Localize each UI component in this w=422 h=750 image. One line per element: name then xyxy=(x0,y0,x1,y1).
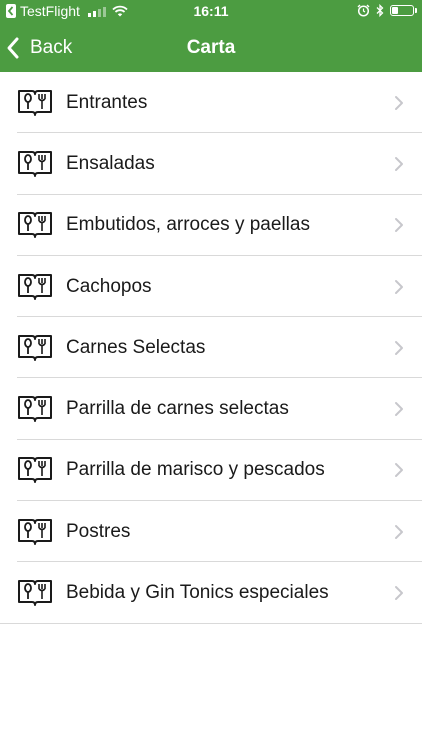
navigation-bar: Back Carta xyxy=(0,24,422,72)
menu-category-label: Bebida y Gin Tonics especiales xyxy=(66,582,329,604)
chevron-right-icon xyxy=(395,156,403,171)
nav-header: TestFlight 16:11 Back Carta xyxy=(0,0,422,72)
menu-category-row[interactable]: Bebida y Gin Tonics especiales xyxy=(0,562,422,624)
menu-category-row[interactable]: Parrilla de marisco y pescados xyxy=(0,440,422,502)
menu-category-list: Entrantes Ensaladas Embutidos, arroces y… xyxy=(0,72,422,624)
back-button-label: Back xyxy=(30,37,73,58)
menu-category-row[interactable]: Entrantes xyxy=(0,72,422,134)
menu-category-row[interactable]: Embutidos, arroces y paellas xyxy=(0,195,422,257)
menu-book-cutlery-icon xyxy=(18,334,52,361)
menu-category-label: Parrilla de marisco y pescados xyxy=(66,459,325,481)
menu-category-label: Postres xyxy=(66,520,131,542)
menu-book-cutlery-icon xyxy=(18,457,52,484)
status-bar: TestFlight 16:11 xyxy=(0,0,422,24)
chevron-right-icon xyxy=(395,279,403,294)
menu-category-row[interactable]: Ensaladas xyxy=(0,133,422,195)
status-bar-right xyxy=(357,4,417,17)
menu-book-cutlery-icon xyxy=(18,518,52,545)
menu-category-label: Embutidos, arroces y paellas xyxy=(66,214,310,236)
menu-category-label: Carnes Selectas xyxy=(66,336,206,358)
chevron-right-icon xyxy=(395,95,403,110)
menu-category-row[interactable]: Carnes Selectas xyxy=(0,317,422,379)
chevron-right-icon xyxy=(395,463,403,478)
chevron-right-icon xyxy=(395,402,403,417)
menu-book-cutlery-icon xyxy=(18,150,52,177)
chevron-left-icon xyxy=(7,37,19,59)
menu-category-row[interactable]: Postres xyxy=(0,501,422,563)
menu-category-label: Ensaladas xyxy=(66,152,155,174)
back-button[interactable]: Back xyxy=(6,24,72,72)
menu-category-label: Cachopos xyxy=(66,275,152,297)
battery-icon xyxy=(390,5,417,16)
menu-category-row[interactable]: Parrilla de carnes selectas xyxy=(0,378,422,441)
menu-category-label: Entrantes xyxy=(66,91,148,113)
bluetooth-icon xyxy=(376,4,384,17)
menu-book-cutlery-icon xyxy=(18,273,52,300)
menu-book-cutlery-icon xyxy=(18,212,52,239)
chevron-right-icon xyxy=(395,524,403,539)
chevron-right-icon xyxy=(395,340,403,355)
menu-category-row[interactable]: Cachopos xyxy=(0,256,422,318)
menu-category-label: Parrilla de carnes selectas xyxy=(66,398,289,420)
chevron-right-icon xyxy=(395,586,403,601)
menu-book-cutlery-icon xyxy=(18,396,52,423)
menu-book-cutlery-icon xyxy=(18,89,52,116)
menu-book-cutlery-icon xyxy=(18,580,52,607)
alarm-icon xyxy=(357,4,370,17)
chevron-right-icon xyxy=(395,218,403,233)
